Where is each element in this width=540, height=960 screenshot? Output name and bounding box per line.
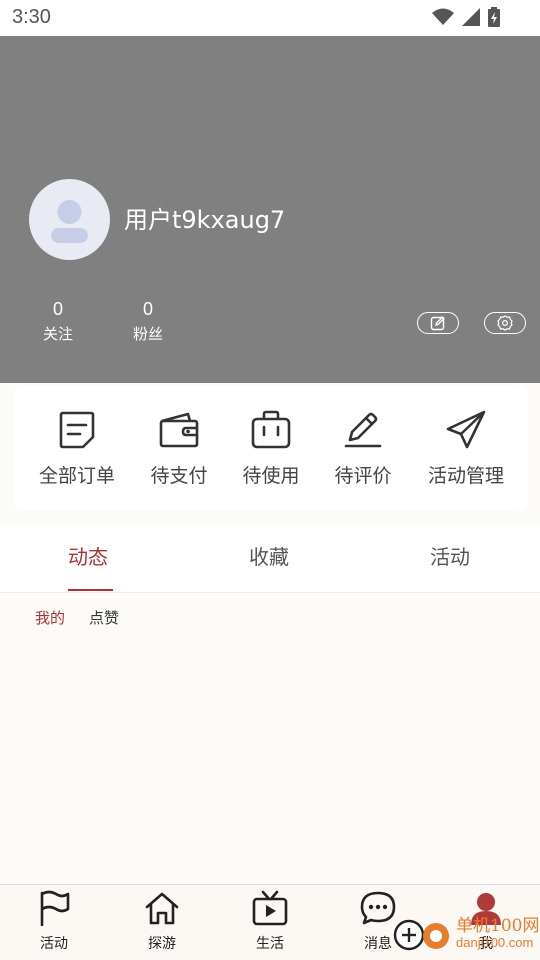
username: 用户t9kxaug7	[124, 206, 286, 234]
edit-icon	[430, 316, 445, 331]
wifi-icon	[432, 8, 454, 25]
stat-following[interactable]: 0 关注	[18, 299, 98, 344]
avatar[interactable]	[29, 179, 110, 260]
wallet-icon	[159, 412, 199, 448]
paper-plane-icon	[446, 410, 486, 449]
order-list-icon	[59, 411, 95, 449]
profile-header: 用户t9kxaug7 0 关注 0 粉丝	[0, 36, 540, 383]
order-all-label: 全部订单	[38, 465, 115, 487]
following-count: 0	[52, 299, 63, 319]
order-all-button[interactable]: 全部订单	[35, 407, 119, 488]
watermark-title: 单机100网	[456, 916, 540, 937]
watermark-logo-icon	[393, 919, 449, 951]
watermark-url: danji100.com	[456, 935, 534, 951]
nav-life-label: 生活	[256, 936, 284, 952]
tab-dynamics[interactable]: 动态	[68, 541, 108, 570]
activity-management-button[interactable]: 活动管理	[418, 407, 514, 488]
nav-explore[interactable]: 探游	[132, 889, 192, 953]
pen-icon	[344, 412, 382, 448]
default-avatar-icon	[51, 200, 88, 243]
fans-count: 0	[142, 299, 153, 319]
order-to-use-button[interactable]: 待使用	[234, 407, 308, 488]
gear-icon	[497, 315, 513, 331]
suitcase-icon	[251, 410, 291, 449]
order-pending-payment-button[interactable]: 待支付	[142, 407, 216, 488]
order-to-review-button[interactable]: 待评价	[326, 407, 400, 488]
chat-icon	[360, 891, 396, 925]
order-to-review-label: 待评价	[334, 465, 392, 487]
active-tab-indicator	[68, 589, 113, 591]
status-time: 3:30	[12, 6, 51, 28]
nav-activity[interactable]: 活动	[24, 889, 84, 953]
following-label: 关注	[42, 325, 73, 343]
tab-activities[interactable]: 活动	[430, 541, 470, 570]
signal-icon	[462, 8, 480, 26]
home-icon	[145, 892, 179, 925]
activity-management-label: 活动管理	[427, 465, 504, 487]
edit-profile-button[interactable]	[417, 312, 459, 334]
nav-activity-label: 活动	[40, 936, 68, 952]
settings-button[interactable]	[484, 312, 526, 334]
status-bar: 3:30	[0, 0, 540, 36]
status-icons	[432, 7, 500, 27]
tab-favorites[interactable]: 收藏	[249, 541, 289, 570]
stat-fans[interactable]: 0 粉丝	[108, 299, 188, 344]
subtab-likes[interactable]: 点赞	[89, 607, 119, 628]
subtab-mine[interactable]: 我的	[35, 607, 65, 628]
battery-icon	[488, 7, 500, 27]
order-to-use-label: 待使用	[242, 465, 300, 487]
content-tabs: 动态 收藏 活动	[0, 525, 540, 593]
fans-label: 粉丝	[132, 325, 163, 343]
orders-card: 全部订单 待支付 待使用 待评价 活动管理	[14, 385, 528, 511]
nav-life[interactable]: 生活	[240, 889, 300, 953]
flag-icon	[40, 890, 70, 926]
nav-explore-label: 探游	[148, 936, 176, 952]
tv-icon	[252, 890, 288, 926]
watermark: 单机100网 danji100.com	[392, 914, 539, 954]
order-pending-payment-label: 待支付	[150, 465, 208, 487]
